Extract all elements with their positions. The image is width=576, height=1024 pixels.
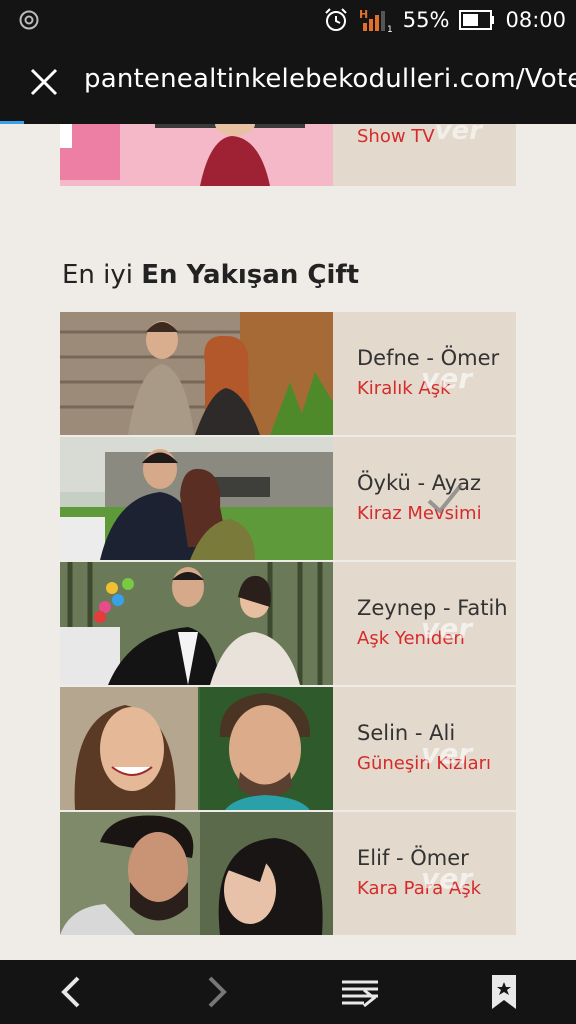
signal-icon: H 1 (359, 8, 393, 33)
nominee-show: Show TV (357, 126, 435, 147)
vote-watermark: ver (434, 124, 482, 146)
forward-icon[interactable] (196, 972, 236, 1012)
nominee-list: Defne - Ömer Kiralık Aşk ver Öykü - Ayaz… (60, 312, 516, 937)
bookmark-icon[interactable] (484, 972, 524, 1012)
url-field[interactable]: pantenealtinkelebekodulleri.com/Vote (84, 64, 576, 94)
page-content[interactable]: Show TV ver En iyi En Yakışan Çift Defne… (0, 124, 576, 960)
nominee-photo (60, 437, 333, 560)
check-icon (427, 483, 463, 514)
nominee-info: Selin - Ali Güneşin Kızları ver (333, 687, 516, 810)
nominee-info: Defne - Ömer Kiralık Aşk ver (333, 312, 516, 435)
svg-text:1: 1 (387, 25, 393, 33)
previous-nominee-card[interactable]: Show TV ver (60, 124, 516, 186)
nominee-photo (60, 687, 333, 810)
notification-icon (19, 10, 39, 30)
browser-toolbar: pantenealtinkelebekodulleri.com/Vote (0, 40, 576, 124)
nominee-info: Show TV ver (333, 124, 516, 186)
section-name: En Yakışan Çift (141, 260, 360, 290)
battery-icon (459, 10, 495, 30)
section-prefix: En iyi (62, 260, 134, 290)
nominee-card[interactable]: Öykü - Ayaz Kiraz Mevsimi (60, 437, 516, 560)
nominee-photo (60, 562, 333, 685)
vote-watermark: ver (421, 737, 473, 770)
back-icon[interactable] (52, 972, 92, 1012)
alarm-icon (325, 8, 347, 31)
svg-text:H: H (359, 8, 368, 21)
nominee-info: Elif - Ömer Kara Para Aşk ver (333, 812, 516, 935)
nominee-card[interactable]: Selin - Ali Güneşin Kızları ver (60, 687, 516, 810)
nominee-photo (60, 312, 333, 435)
tabs-icon[interactable] (340, 972, 380, 1012)
nominee-card[interactable]: Zeynep - Fatih Aşk Yeniden ver (60, 562, 516, 685)
nominee-card[interactable]: Elif - Ömer Kara Para Aşk ver (60, 812, 516, 935)
status-bar: H 1 55% 08:00 (0, 0, 576, 40)
nominee-card[interactable]: Defne - Ömer Kiralık Aşk ver (60, 312, 516, 435)
nominee-info: Zeynep - Fatih Aşk Yeniden ver (333, 562, 516, 685)
section-title: En iyi En Yakışan Çift (62, 260, 359, 290)
vote-watermark: ver (421, 862, 473, 895)
vote-watermark: ver (421, 612, 473, 645)
vote-watermark: ver (421, 362, 473, 395)
close-icon[interactable] (24, 62, 64, 102)
browser-bottom-bar (0, 960, 576, 1024)
nominee-info: Öykü - Ayaz Kiraz Mevsimi (333, 437, 516, 560)
battery-percent: 55% (402, 8, 450, 32)
clock: 08:00 (505, 8, 566, 32)
nominee-photo (60, 812, 333, 935)
nominee-photo (60, 124, 333, 186)
